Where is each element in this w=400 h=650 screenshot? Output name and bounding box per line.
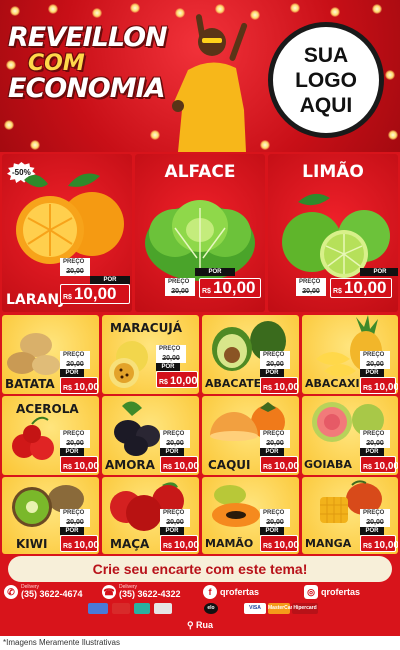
product-card-caqui: CAQUI PREÇO 20,00 POR R$ 10,00: [202, 396, 299, 475]
payment-methods: elo VISA MasterCard Hipercard: [88, 603, 318, 616]
title-line-2: COM: [28, 51, 85, 76]
current-price: R$ 10,00: [330, 278, 392, 298]
product-card-kiwi: KIWI PREÇO 20,00 POR R$ 10,00: [2, 477, 99, 554]
whatsapp-number: (35) 3622-4674: [21, 589, 83, 599]
old-price: 20,00: [60, 267, 90, 276]
product-card-maracuja: MARACUJÁ PREÇO 20,00 POR R$ 10,00: [102, 315, 199, 394]
price-label: PREÇO: [165, 278, 195, 287]
phone-icon: ☎: [102, 585, 116, 599]
product-name: ALFACE: [164, 162, 236, 182]
product-name: ABACAXI: [305, 377, 360, 390]
price-tag: PREÇO 20,00 POR R$ 10,00: [160, 430, 199, 473]
contact-bar: ✆ Delivery (35) 3622-4674 ☎ Delivery (35…: [0, 584, 400, 602]
whatsapp-contact[interactable]: ✆ Delivery (35) 3622-4674: [4, 584, 94, 602]
header-banner: REVEILLON COM ECONOMIA SUA LOGO AQUI: [0, 0, 400, 152]
product-card-acerola: ACEROLA PREÇO 20,00 POR R$ 10,00: [2, 396, 99, 475]
create-flyer-cta[interactable]: Crie seu encarte com este tema!: [8, 556, 392, 582]
price-tag: PREÇO 20,00 POR R$ 10,00: [156, 345, 199, 388]
product-card-amora: AMORA PREÇO 20,00 POR R$ 10,00: [102, 396, 199, 475]
product-card-abacaxi: ABACAXI PREÇO 20,00 POR R$ 10,00: [302, 315, 398, 394]
product-name: LIMÃO: [302, 162, 364, 182]
facebook-handle: qrofertas: [220, 587, 260, 597]
logo-placeholder: SUA LOGO AQUI: [268, 22, 384, 138]
price-tag: PREÇO 20,00 POR R$ 10,00: [360, 509, 398, 552]
product-card-alface: ALFACE PREÇO 20,00 POR R$ 10,00: [135, 154, 265, 312]
product-name: AMORA: [105, 458, 155, 472]
old-price: 20,00: [165, 287, 195, 296]
logo-text-1: SUA: [303, 43, 349, 67]
whatsapp-icon: ✆: [4, 585, 18, 599]
current-price: R$ 10,00: [199, 278, 261, 298]
instagram-contact[interactable]: ◎ qrofertas: [304, 584, 394, 602]
hipercard-icon: Hipercard: [292, 603, 318, 614]
product-name: MANGA: [305, 537, 352, 550]
title-line-1: REVEILLON: [8, 22, 168, 53]
price-tag: PREÇO 20,00 POR R$ 10,00: [296, 268, 398, 298]
logo-text-3: AQUI: [299, 93, 353, 117]
price-tag: PREÇO 20,00 POR R$ 10,00: [165, 268, 261, 298]
price-tag: PREÇO 20,00 POR R$ 10,00: [60, 351, 99, 394]
campaign-title: REVEILLON COM ECONOMIA: [8, 22, 168, 103]
credit-card-icon: [112, 603, 130, 614]
phone-contact[interactable]: ☎ Delivery (35) 3622-4322: [102, 584, 192, 602]
visa-icon: VISA: [244, 603, 266, 614]
product-card-mamao: MAMÃO PREÇO 20,00 POR R$ 10,00: [202, 477, 299, 554]
price-label: PREÇO: [60, 258, 90, 267]
facebook-icon: f: [203, 585, 217, 599]
price-tag: PREÇO 20,00 POR R$ 10,00: [360, 430, 398, 473]
price-label: PREÇO: [296, 278, 326, 287]
product-name: MAÇA: [110, 537, 150, 551]
address-text: Rua: [196, 620, 214, 630]
old-price: 20,00: [296, 287, 326, 296]
price-tag: PREÇO 20,00 POR R$ 10,00: [60, 258, 130, 304]
product-card-limao: LIMÃO PREÇO 20,00 POR R$ 10,00: [268, 154, 398, 312]
title-line-3: ECONOMIA: [8, 73, 166, 104]
facebook-contact[interactable]: f qrofertas: [203, 584, 283, 602]
mastercard-icon: MasterCard: [268, 603, 296, 614]
price-tag: PREÇO 20,00 POR R$ 10,00: [60, 430, 99, 473]
price-tag: PREÇO 20,00 POR R$ 10,00: [60, 509, 99, 552]
price-tag: PREÇO 20,00 POR R$ 10,00: [360, 351, 398, 394]
location-pin-icon: ⚲: [186, 620, 194, 630]
product-name: MAMÃO: [205, 537, 254, 550]
phone-number: (35) 3622-4322: [119, 589, 181, 599]
price-tag: PREÇO 20,00 POR R$ 10,00: [160, 509, 199, 552]
por-label: POR: [90, 276, 130, 284]
product-card-batata: BATATA PREÇO 20,00 POR R$ 10,00: [2, 315, 99, 394]
logo-text-2: LOGO: [295, 68, 357, 92]
bank-card-icon: [88, 603, 108, 614]
price-tag: PREÇO 20,00 POR R$ 10,00: [260, 351, 299, 394]
elo-icon: elo: [204, 603, 218, 614]
store-address: ⚲ Rua: [0, 620, 400, 631]
cash-icon: [154, 603, 172, 614]
product-card-goiaba: GOIABA PREÇO 20,00 POR R$ 10,00: [302, 396, 398, 475]
instagram-icon: ◎: [304, 585, 318, 599]
product-name: CAQUI: [208, 458, 251, 472]
product-name: KIWI: [16, 537, 48, 551]
price-tag: PREÇO 20,00 POR R$ 10,00: [260, 430, 299, 473]
product-card-manga: MANGA PREÇO 20,00 POR R$ 10,00: [302, 477, 398, 554]
pix-icon: [134, 603, 150, 614]
product-name: BATATA: [5, 377, 55, 391]
current-price: R$ 10,00: [60, 284, 130, 304]
image-disclaimer: *Imagens Meramente Ilustrativas: [0, 636, 400, 650]
por-label: POR: [360, 268, 398, 276]
price-tag: PREÇO 20,00 POR R$ 10,00: [260, 509, 299, 552]
product-name: ABACATE: [205, 377, 262, 390]
product-name: GOIABA: [304, 458, 352, 471]
product-card-laranja: -50% LARANJA PREÇO 20,00 POR R$ 10,00: [2, 154, 132, 312]
product-card-maca: MAÇA PREÇO 20,00 POR R$ 10,00: [102, 477, 199, 554]
celebrating-man-image: [172, 14, 248, 152]
instagram-handle: qrofertas: [321, 587, 361, 597]
product-card-abacate: ABACATE PREÇO 20,00 POR R$ 10,00: [202, 315, 299, 394]
por-label: POR: [195, 268, 235, 276]
